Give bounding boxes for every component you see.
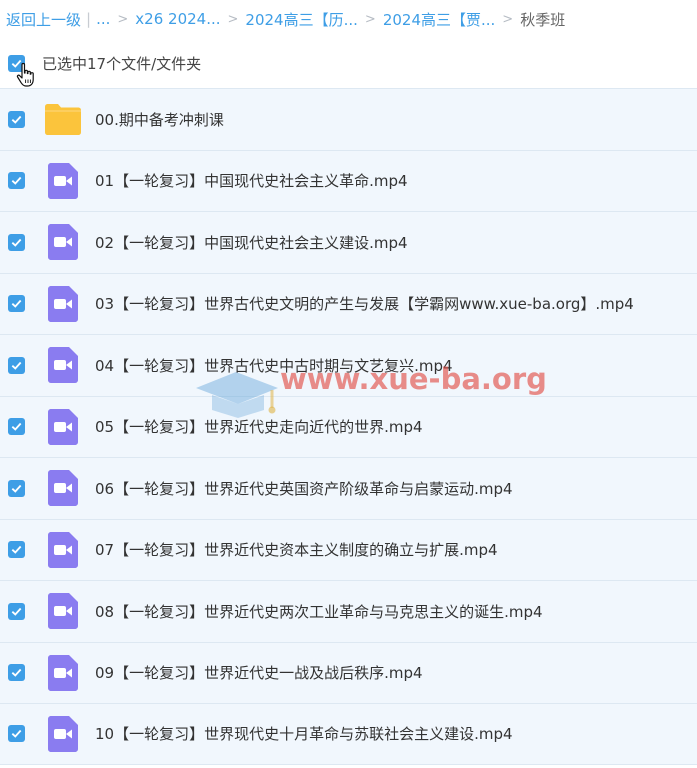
file-name[interactable]: 09【一轮复习】世界近代史一战及战后秩序.mp4 xyxy=(95,662,423,683)
breadcrumb-ellipsis[interactable]: ... xyxy=(96,10,110,28)
file-row[interactable]: 07【一轮复习】世界近代史资本主义制度的确立与扩展.mp4 xyxy=(0,518,697,580)
folder-icon xyxy=(45,104,81,136)
file-row[interactable]: 05【一轮复习】世界近代史走向近代的世界.mp4 xyxy=(0,395,697,457)
row-checkbox[interactable] xyxy=(8,233,25,251)
file-name[interactable]: 05【一轮复习】世界近代史走向近代的世界.mp4 xyxy=(95,416,423,437)
file-name[interactable]: 04【一轮复习】世界古代史中古时期与文艺复兴.mp4 xyxy=(95,355,453,376)
row-checkbox[interactable] xyxy=(8,664,25,682)
video-icon xyxy=(44,715,82,753)
video-icon xyxy=(44,346,82,384)
check-icon xyxy=(11,115,22,124)
check-icon xyxy=(11,669,22,678)
video-icon xyxy=(44,531,82,569)
row-checkbox[interactable] xyxy=(8,725,25,743)
video-file-icon xyxy=(48,162,78,199)
check-icon xyxy=(11,238,22,247)
video-file-icon xyxy=(48,654,78,691)
video-file-icon xyxy=(48,347,78,384)
check-icon xyxy=(11,423,22,432)
file-name[interactable]: 02【一轮复习】中国现代史社会主义建设.mp4 xyxy=(95,232,408,253)
file-row[interactable]: 03【一轮复习】世界古代史文明的产生与发展【学霸网www.xue-ba.org】… xyxy=(0,272,697,334)
file-name[interactable]: 07【一轮复习】世界近代史资本主义制度的确立与扩展.mp4 xyxy=(95,539,498,560)
hand-pointer-icon xyxy=(16,62,34,87)
video-file-icon xyxy=(48,285,78,322)
check-icon xyxy=(11,361,22,370)
breadcrumb-divider: | xyxy=(86,10,92,28)
row-checkbox[interactable] xyxy=(8,110,25,128)
file-row[interactable]: 01【一轮复习】中国现代史社会主义革命.mp4 xyxy=(0,149,697,211)
file-name[interactable]: 06【一轮复习】世界近代史英国资产阶级革命与启蒙运动.mp4 xyxy=(95,478,513,499)
check-icon xyxy=(11,177,22,186)
breadcrumb-item[interactable]: x26 2024... xyxy=(135,10,220,28)
row-checkbox[interactable] xyxy=(8,172,25,190)
video-file-icon xyxy=(48,224,78,261)
chevron-right-icon: > xyxy=(117,11,129,27)
check-icon xyxy=(11,484,22,493)
back-link[interactable]: 返回上一级 xyxy=(6,9,81,30)
check-icon xyxy=(11,546,22,555)
row-checkbox[interactable] xyxy=(8,356,25,374)
breadcrumb: 返回上一级 | ... > x26 2024... > 2024高三【历... … xyxy=(0,0,697,38)
file-name[interactable]: 03【一轮复习】世界古代史文明的产生与发展【学霸网www.xue-ba.org】… xyxy=(95,293,634,314)
file-list: 00.期中备考冲刺课 01【一轮复习】中国现代史社会主义革命.mp4 02【一轮复习… xyxy=(0,88,697,765)
video-icon xyxy=(44,408,82,446)
selection-bar: 已选中17个文件/文件夹 xyxy=(0,38,697,88)
folder-icon xyxy=(44,100,82,138)
video-file-icon xyxy=(48,715,78,752)
row-checkbox[interactable] xyxy=(8,602,25,620)
file-row[interactable]: 08【一轮复习】世界近代史两次工业革命与马克思主义的诞生.mp4 xyxy=(0,580,697,642)
row-checkbox[interactable] xyxy=(8,479,25,497)
video-icon xyxy=(44,285,82,323)
video-file-icon xyxy=(48,470,78,507)
check-icon xyxy=(11,300,22,309)
check-icon xyxy=(11,730,22,739)
file-name[interactable]: 01【一轮复习】中国现代史社会主义革命.mp4 xyxy=(95,170,408,191)
breadcrumb-item[interactable]: 2024高三【贾... xyxy=(383,9,495,30)
breadcrumb-current: 秋季班 xyxy=(520,10,566,29)
file-row[interactable]: 04【一轮复习】世界古代史中古时期与文艺复兴.mp4 xyxy=(0,334,697,396)
file-row[interactable]: 09【一轮复习】世界近代史一战及战后秩序.mp4 xyxy=(0,641,697,703)
video-icon xyxy=(44,592,82,630)
chevron-right-icon: > xyxy=(364,11,376,27)
breadcrumb-item[interactable]: 2024高三【历... xyxy=(245,9,357,30)
video-file-icon xyxy=(48,408,78,445)
row-checkbox[interactable] xyxy=(8,418,25,436)
selection-count-label: 已选中17个文件/文件夹 xyxy=(42,54,202,73)
video-icon xyxy=(44,469,82,507)
video-file-icon xyxy=(48,531,78,568)
file-name[interactable]: 08【一轮复习】世界近代史两次工业革命与马克思主义的诞生.mp4 xyxy=(95,601,543,622)
row-checkbox[interactable] xyxy=(8,295,25,313)
file-row[interactable]: 10【一轮复习】世界现代史十月革命与苏联社会主义建设.mp4 xyxy=(0,703,697,765)
file-name[interactable]: 00.期中备考冲刺课 xyxy=(95,109,224,130)
chevron-right-icon: > xyxy=(502,11,514,27)
file-row[interactable]: 06【一轮复习】世界近代史英国资产阶级革命与启蒙运动.mp4 xyxy=(0,457,697,519)
video-file-icon xyxy=(48,593,78,630)
check-icon xyxy=(11,607,22,616)
video-icon xyxy=(44,162,82,200)
chevron-right-icon: > xyxy=(227,11,239,27)
file-row[interactable]: 02【一轮复习】中国现代史社会主义建设.mp4 xyxy=(0,211,697,273)
file-row[interactable]: 00.期中备考冲刺课 xyxy=(0,88,697,150)
video-icon xyxy=(44,223,82,261)
file-name[interactable]: 10【一轮复习】世界现代史十月革命与苏联社会主义建设.mp4 xyxy=(95,723,513,744)
row-checkbox[interactable] xyxy=(8,541,25,559)
video-icon xyxy=(44,654,82,692)
